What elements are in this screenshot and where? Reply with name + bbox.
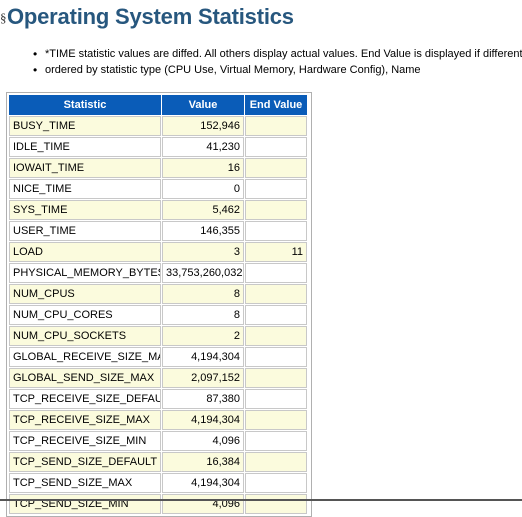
cell-end-value — [245, 368, 307, 388]
cell-value: 2,097,152 — [162, 368, 244, 388]
cell-value: 152,946 — [162, 116, 244, 136]
cell-statistic: TCP_RECEIVE_SIZE_MIN — [9, 431, 161, 451]
cell-end-value — [245, 326, 307, 346]
cell-value: 16,384 — [162, 452, 244, 472]
cell-end-value — [245, 347, 307, 367]
table-row: TCP_RECEIVE_SIZE_MIN 4,096 — [9, 431, 307, 451]
cell-statistic: BUSY_TIME — [9, 116, 161, 136]
cell-end-value — [245, 473, 307, 493]
table-row: TCP_RECEIVE_SIZE_DEFAULT 87,380 — [9, 389, 307, 409]
table-row: BUSY_TIME 152,946 — [9, 116, 307, 136]
bullet-icon: • — [33, 63, 38, 77]
cell-end-value — [245, 158, 307, 178]
cell-end-value — [245, 305, 307, 325]
cell-value: 0 — [162, 179, 244, 199]
column-header-end-value[interactable]: End Value — [245, 95, 307, 115]
table-row: NUM_CPU_CORES 8 — [9, 305, 307, 325]
cell-statistic: PHYSICAL_MEMORY_BYTES — [9, 263, 161, 283]
cell-value: 5,462 — [162, 200, 244, 220]
table-row: IOWAIT_TIME 16 — [9, 158, 307, 178]
cell-statistic: NUM_CPU_SOCKETS — [9, 326, 161, 346]
table-row: SYS_TIME 5,462 — [9, 200, 307, 220]
cell-end-value — [245, 494, 307, 514]
cell-statistic: TCP_SEND_SIZE_MAX — [9, 473, 161, 493]
cell-end-value — [245, 137, 307, 157]
cell-end-value — [245, 116, 307, 136]
statistics-table: Statistic Value End Value BUSY_TIME 152,9… — [8, 94, 308, 515]
table-body: BUSY_TIME 152,946 IDLE_TIME 41,230 IOWAIT_TI… — [9, 116, 307, 514]
table-row: PHYSICAL_MEMORY_BYTES 33,753,260,032 — [9, 263, 307, 283]
page-divider — [0, 499, 522, 501]
cell-value: 8 — [162, 305, 244, 325]
bullet-icon: • — [33, 47, 38, 61]
column-header-statistic[interactable]: Statistic — [9, 95, 161, 115]
cell-end-value — [245, 389, 307, 409]
table-row: GLOBAL_SEND_SIZE_MAX 2,097,152 — [9, 368, 307, 388]
cell-end-value — [245, 263, 307, 283]
table-header: Statistic Value End Value — [9, 95, 307, 115]
table-row: USER_TIME 146,355 — [9, 221, 307, 241]
note-text: ordered by statistic type (CPU Use, Virt… — [45, 64, 421, 76]
column-header-value[interactable]: Value — [162, 95, 244, 115]
cell-end-value — [245, 179, 307, 199]
table-header-row: Statistic Value End Value — [9, 95, 307, 115]
cell-value: 3 — [162, 242, 244, 262]
cell-statistic: GLOBAL_SEND_SIZE_MAX — [9, 368, 161, 388]
cell-value: 4,194,304 — [162, 347, 244, 367]
cell-statistic: IDLE_TIME — [9, 137, 161, 157]
table-row: TCP_RECEIVE_SIZE_MAX 4,194,304 — [9, 410, 307, 430]
page-title: Operating System Statistics — [7, 4, 294, 29]
cell-statistic: TCP_RECEIVE_SIZE_MAX — [9, 410, 161, 430]
cell-statistic: USER_TIME — [9, 221, 161, 241]
table-row: TCP_SEND_SIZE_DEFAULT 16,384 — [9, 452, 307, 472]
note-item: • *TIME statistic values are diffed. All … — [0, 46, 522, 62]
cell-end-value — [245, 431, 307, 451]
cell-value: 2 — [162, 326, 244, 346]
cell-statistic: LOAD — [9, 242, 161, 262]
cell-value: 8 — [162, 284, 244, 304]
cell-value: 4,096 — [162, 431, 244, 451]
cell-end-value — [245, 221, 307, 241]
cell-value: 4,096 — [162, 494, 244, 514]
table-row: NUM_CPUS 8 — [9, 284, 307, 304]
cell-value: 4,194,304 — [162, 410, 244, 430]
cell-value: 87,380 — [162, 389, 244, 409]
table-row: TCP_SEND_SIZE_MIN 4,096 — [9, 494, 307, 514]
cell-statistic: TCP_SEND_SIZE_DEFAULT — [9, 452, 161, 472]
cell-statistic: NICE_TIME — [9, 179, 161, 199]
cell-end-value — [245, 410, 307, 430]
cell-statistic: TCP_SEND_SIZE_MIN — [9, 494, 161, 514]
cell-statistic: TCP_RECEIVE_SIZE_DEFAULT — [9, 389, 161, 409]
cell-statistic: NUM_CPUS — [9, 284, 161, 304]
table-row: GLOBAL_RECEIVE_SIZE_MAX 4,194,304 — [9, 347, 307, 367]
table-row: TCP_SEND_SIZE_MAX 4,194,304 — [9, 473, 307, 493]
table-row: IDLE_TIME 41,230 — [9, 137, 307, 157]
cell-value: 41,230 — [162, 137, 244, 157]
cell-end-value — [245, 200, 307, 220]
cell-statistic: GLOBAL_RECEIVE_SIZE_MAX — [9, 347, 161, 367]
cell-value: 146,355 — [162, 221, 244, 241]
cell-value: 16 — [162, 158, 244, 178]
table-row: NUM_CPU_SOCKETS 2 — [9, 326, 307, 346]
cell-statistic: SYS_TIME — [9, 200, 161, 220]
table-row: NICE_TIME 0 — [9, 179, 307, 199]
cell-end-value: 11 — [245, 242, 307, 262]
cell-end-value — [245, 284, 307, 304]
page-header: § Operating System Statistics — [0, 2, 522, 34]
table-row: LOAD 3 11 — [9, 242, 307, 262]
cell-statistic: NUM_CPU_CORES — [9, 305, 161, 325]
note-item: • ordered by statistic type (CPU Use, Vir… — [0, 62, 522, 78]
cell-value: 33,753,260,032 — [162, 263, 244, 283]
cell-end-value — [245, 452, 307, 472]
statistics-table-container: Statistic Value End Value BUSY_TIME 152,9… — [6, 92, 312, 517]
note-text: *TIME statistic values are diffed. All o… — [45, 48, 522, 60]
notes-list: • *TIME statistic values are diffed. All … — [0, 46, 522, 78]
cell-statistic: IOWAIT_TIME — [9, 158, 161, 178]
cell-value: 4,194,304 — [162, 473, 244, 493]
